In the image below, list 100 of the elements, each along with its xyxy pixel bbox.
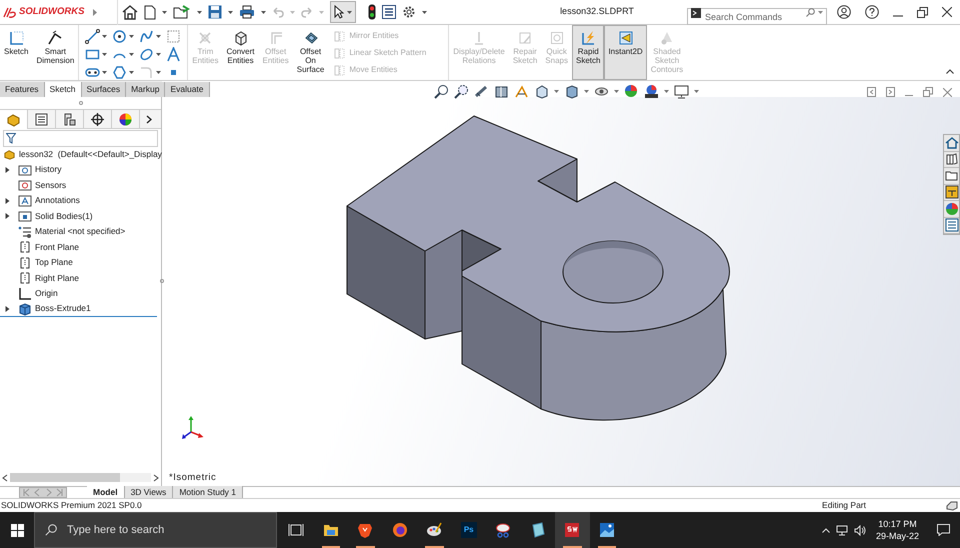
landscape-icon[interactable] [598,522,615,538]
command-tab[interactable]: Markup [126,82,166,97]
panel-right-icon[interactable] [886,87,895,97]
clock[interactable]: 10:17 PM 29-May-22 [872,518,923,542]
scrollbar-thumb[interactable] [10,473,120,482]
section-view-icon[interactable] [494,84,509,99]
caret-icon[interactable] [614,90,619,93]
caret-icon[interactable] [261,10,266,14]
caret-icon[interactable] [129,53,134,56]
chevron-up-icon[interactable] [822,528,830,532]
splitter-handle-icon[interactable] [78,101,82,105]
caret-icon[interactable] [156,71,162,74]
line-icon[interactable] [85,29,100,44]
display-style-icon[interactable] [564,84,579,99]
print-icon[interactable] [239,5,255,19]
command-tab[interactable]: Evaluate [165,82,210,97]
home-icon[interactable] [944,136,958,150]
ribbon-button[interactable]: Smart Dimension [32,25,78,80]
network-icon[interactable] [836,524,848,536]
text-icon[interactable] [166,47,182,62]
ellipse-icon[interactable] [139,47,154,62]
folder-icon[interactable] [322,522,339,538]
caret-icon[interactable] [102,71,108,74]
scene-icon[interactable] [644,84,659,99]
configuration-icon[interactable] [62,112,77,126]
model-tab[interactable]: Model [87,486,125,498]
caret-icon[interactable] [102,53,108,56]
caret-icon[interactable] [664,90,669,93]
tree-item[interactable]: Origin [35,287,58,300]
ribbon-button[interactable]: Offset On Surface [292,25,328,80]
home-icon[interactable] [122,4,138,20]
tree-item[interactable]: Front Plane [35,240,79,254]
scroll-right-icon[interactable] [153,474,159,482]
caret-icon[interactable] [129,71,134,74]
windows-start-icon[interactable] [10,524,24,536]
library-icon[interactable] [944,152,958,166]
tree-item[interactable]: Right Plane [35,272,79,285]
ribbon-button[interactable]: Instant2D [604,25,647,80]
volume-icon[interactable] [854,524,866,536]
previous-view-icon[interactable] [474,84,489,99]
tree-item[interactable]: History [35,163,62,176]
appearance-icon[interactable] [944,202,958,216]
settings-icon[interactable] [402,5,416,19]
folder-icon[interactable] [944,168,958,183]
chevron-right-icon[interactable] [146,114,152,124]
solidworks-app-icon[interactable] [564,522,580,538]
help-icon[interactable] [865,5,879,19]
tree-item[interactable]: Material <not specified> [35,225,126,238]
caret-icon[interactable] [156,53,162,56]
palette-icon[interactable] [426,522,442,538]
panel-left-icon[interactable] [867,87,876,97]
account-icon[interactable] [837,5,851,19]
grid-icon[interactable] [166,29,182,44]
caret-icon[interactable] [197,10,202,14]
new-document-icon[interactable] [144,4,156,20]
expand-arrow-icon[interactable] [5,306,10,312]
model-tab[interactable]: 3D Views [124,486,174,498]
caret-icon[interactable] [694,90,699,93]
spline-icon[interactable] [139,29,154,44]
ribbon-button[interactable]: Rapid Sketch [572,25,604,80]
edit-appearance-icon[interactable] [624,84,639,99]
photoshop-app-icon[interactable]: Ps [460,522,477,538]
custom-properties-icon[interactable] [944,218,958,232]
model-tab[interactable]: Motion Study 1 [173,486,244,498]
caret-icon[interactable] [162,10,167,14]
zoom-area-icon[interactable] [454,84,469,99]
appearance-icon[interactable] [118,112,133,126]
command-tab[interactable]: Features [0,82,45,97]
caret-icon[interactable] [228,10,233,14]
caret-icon[interactable] [102,35,108,38]
zoom-to-fit-icon[interactable] [434,84,449,99]
monitor-icon[interactable] [674,84,689,99]
caret-icon[interactable] [584,90,589,93]
expand-arrow-icon[interactable] [5,198,10,204]
caret-icon[interactable] [554,90,559,93]
filter-field[interactable] [3,130,158,147]
caret-icon[interactable] [156,35,162,38]
property-list-icon[interactable] [34,112,49,126]
notification-icon[interactable] [937,524,950,536]
rectangle-icon[interactable] [85,47,100,62]
task-view-icon[interactable] [288,522,304,538]
list-icon[interactable] [382,5,396,19]
traffic-light-icon[interactable] [368,4,376,20]
caret-icon[interactable] [129,35,134,38]
command-tab[interactable]: Sketch [44,82,82,97]
circle-icon[interactable] [112,29,128,44]
scissors-icon[interactable] [495,522,512,538]
tree-item[interactable]: Sensors [35,178,66,192]
open-folder-icon[interactable] [173,4,191,20]
save-icon[interactable] [208,5,222,19]
close-icon[interactable] [942,7,952,17]
caret-icon[interactable] [818,10,823,14]
tree-item[interactable]: Boss-Extrude1 [35,302,91,316]
scroll-left-icon[interactable] [2,474,8,482]
caret-icon[interactable] [347,10,352,14]
search-field[interactable]: Search Commands [687,8,827,25]
notepad-icon[interactable] [530,522,546,538]
tree-item[interactable]: Annotations [35,194,80,208]
select-button[interactable] [330,1,356,23]
tree-item[interactable]: Top Plane [35,256,73,270]
